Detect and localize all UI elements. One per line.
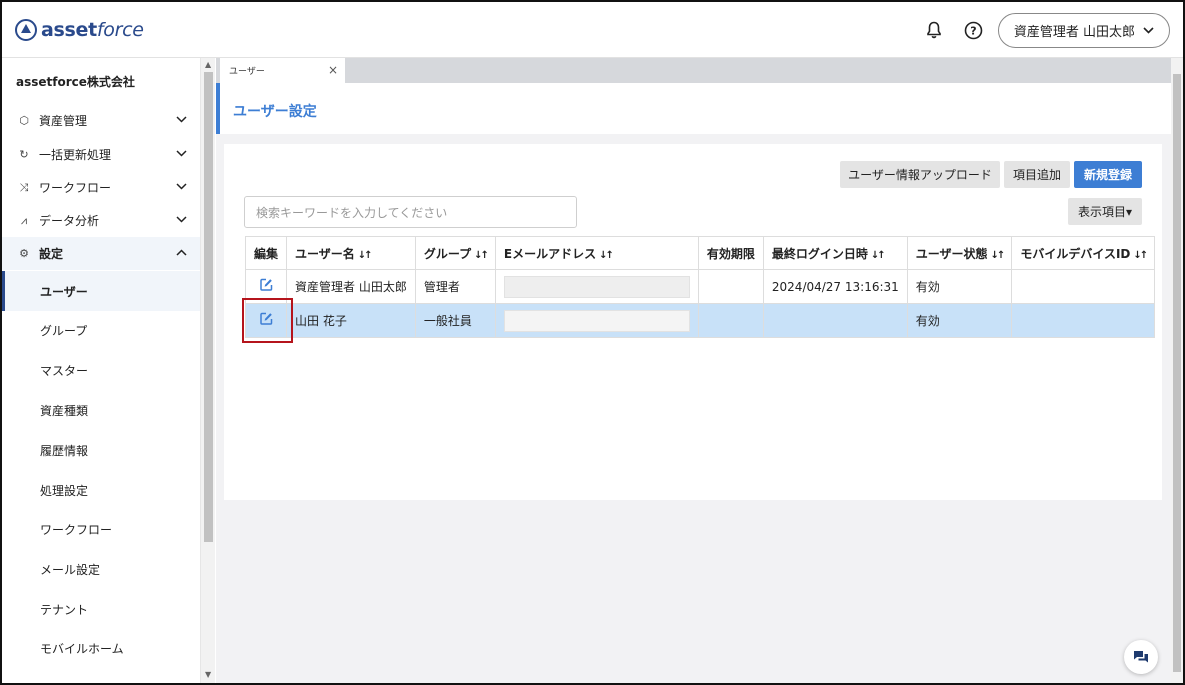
sidebar-scrollbar-thumb[interactable]: [204, 72, 213, 542]
help-circle-icon[interactable]: ?: [962, 19, 984, 41]
new-registration-button[interactable]: 新規登録: [1074, 161, 1142, 188]
table-row[interactable]: 山田 花子 一般社員 有効: [244, 303, 1156, 338]
chevron-down-icon: [176, 213, 187, 226]
chat-icon[interactable]: [1124, 640, 1158, 674]
sort-icon[interactable]: ↓↑: [474, 250, 489, 261]
column-header-mobile-device-id[interactable]: モバイルデバイスID ↓↑: [1011, 236, 1156, 270]
chevron-down-icon: [176, 113, 187, 126]
column-header-email[interactable]: Eメールアドレス ↓↑: [494, 236, 699, 270]
workflow-icon: ⤨: [19, 180, 29, 194]
cell-device-id: [1011, 269, 1156, 304]
column-header-username[interactable]: ユーザー名 ↓↑: [286, 236, 416, 270]
cell-expiry: [697, 303, 764, 338]
users-card: ユーザー情報アップロード 項目追加 新規登録 検索キーワードを入力してください …: [224, 144, 1162, 500]
cell-user-status: 有効: [906, 269, 1013, 304]
sidebar-item-master[interactable]: マスター: [2, 350, 200, 390]
logo[interactable]: assetforce: [15, 16, 144, 44]
svg-text:?: ?: [970, 24, 976, 37]
sort-icon[interactable]: ↓↑: [1133, 250, 1148, 261]
page-header: ユーザー設定: [216, 83, 1171, 134]
sort-icon[interactable]: ↓↑: [991, 250, 1006, 261]
column-header-edit: 編集: [244, 236, 288, 270]
column-header-user-status[interactable]: ユーザー状態 ↓↑: [906, 236, 1013, 270]
sidebar-item-label: 資産管理: [39, 114, 88, 128]
sidebar-item-bulk-update[interactable]: ↻ 一括更新処理: [2, 138, 200, 171]
top-header: assetforce ? 資産管理者 山田太郎: [2, 2, 1183, 58]
column-header-group[interactable]: グループ ↓↑: [414, 236, 496, 270]
sidebar-item-label: ワークフロー: [39, 181, 112, 195]
column-header-last-login[interactable]: 最終ログイン日時 ↓↑: [762, 236, 908, 270]
table-header-row: 編集 ユーザー名 ↓↑ グループ ↓↑ Eメールアドレス ↓↑ 有効期限 最終ログイン…: [244, 236, 1156, 270]
chart-icon: ⩘: [20, 213, 28, 227]
sort-icon[interactable]: ↓↑: [871, 250, 886, 261]
sidebar-item-asset-management[interactable]: ⬡ 資産管理: [2, 104, 200, 137]
user-upload-button[interactable]: ユーザー情報アップロード: [840, 161, 1000, 188]
tab-users[interactable]: ユーザー ×: [220, 58, 345, 83]
cell-email: [494, 269, 699, 304]
sidebar-item-label: 一括更新処理: [39, 148, 112, 162]
sidebar-item-groups[interactable]: グループ: [2, 310, 200, 350]
cell-device-id: [1011, 303, 1156, 338]
add-field-button[interactable]: 項目追加: [1004, 161, 1070, 188]
logo-icon: [15, 19, 37, 41]
table-row[interactable]: 資産管理者 山田太郎 管理者 2024/04/27 13:16:31 有効: [244, 269, 1156, 304]
cell-username: 資産管理者 山田太郎: [286, 269, 416, 304]
gear-icon: ⚙: [19, 247, 29, 260]
cell-last-login: [762, 303, 908, 338]
page-title: ユーザー設定: [233, 104, 317, 120]
sidebar-item-label: 設定: [39, 247, 64, 261]
sidebar-item-label: データ分析: [39, 214, 100, 228]
company-name: assetforce株式会社: [16, 75, 135, 89]
masked-email: [503, 309, 690, 332]
scroll-up-arrow-icon[interactable]: ▲: [205, 60, 211, 69]
cell-username: 山田 花子: [286, 303, 416, 338]
column-header-expiry: 有効期限: [697, 236, 764, 270]
chevron-up-icon: [176, 246, 187, 259]
cell-group: 一般社員: [414, 303, 496, 338]
sidebar-item-settings[interactable]: ⚙ 設定: [2, 237, 200, 270]
users-table: 編集 ユーザー名 ↓↑ グループ ↓↑ Eメールアドレス ↓↑ 有効期限 最終ログイン…: [244, 236, 1156, 338]
chevron-down-icon: [176, 180, 187, 193]
main-scrollbar-thumb[interactable]: [1173, 74, 1181, 672]
sidebar: assetforce株式会社 ⬡ 資産管理 ↻ 一括更新処理 ⤨ ワークフロー …: [2, 58, 201, 683]
close-icon[interactable]: ×: [328, 63, 338, 77]
user-name: 資産管理者 山田太郎: [1013, 25, 1136, 40]
sidebar-item-mail-settings[interactable]: メール設定: [2, 549, 200, 589]
chevron-down-icon: [1143, 23, 1154, 38]
edit-icon[interactable]: [259, 278, 273, 295]
logo-text: assetforce: [41, 19, 144, 41]
search-input[interactable]: 検索キーワードを入力してください: [244, 196, 577, 228]
refresh-icon: ↻: [19, 148, 29, 161]
tab-bar: ユーザー ×: [216, 58, 1171, 83]
tab-label: ユーザー: [229, 67, 265, 77]
sidebar-item-users[interactable]: ユーザー: [2, 271, 200, 311]
cell-email: [494, 303, 699, 338]
sidebar-item-data-analysis[interactable]: ⩘ データ分析: [2, 204, 200, 237]
cell-expiry: [697, 269, 764, 304]
chevron-down-icon: [176, 147, 187, 160]
cube-icon: ⬡: [19, 114, 29, 127]
main-content: ユーザー × ユーザー設定 ユーザー情報アップロード 項目追加 新規登録 検索キ…: [216, 58, 1171, 683]
sidebar-item-mobile-home[interactable]: モバイルホーム: [2, 628, 200, 668]
masked-email: [503, 275, 690, 298]
user-menu-button[interactable]: 資産管理者 山田太郎: [998, 13, 1170, 48]
edit-button-highlight: [242, 298, 293, 343]
sidebar-item-workflow[interactable]: ⤨ ワークフロー: [2, 171, 200, 204]
cell-user-status: 有効: [906, 303, 1013, 338]
scroll-down-arrow-icon[interactable]: ▼: [205, 670, 211, 679]
sidebar-item-asset-types[interactable]: 資産種類: [2, 390, 200, 430]
sidebar-item-history[interactable]: 履歴情報: [2, 430, 200, 470]
bell-icon[interactable]: [923, 19, 945, 41]
display-columns-dropdown[interactable]: 表示項目▾: [1068, 198, 1142, 225]
sidebar-item-workflow-settings[interactable]: ワークフロー: [2, 509, 200, 549]
cell-last-login: 2024/04/27 13:16:31: [762, 269, 908, 304]
sort-icon[interactable]: ↓↑: [358, 250, 373, 261]
sidebar-item-process-settings[interactable]: 処理設定: [2, 470, 200, 510]
sidebar-item-tenant[interactable]: テナント: [2, 589, 200, 629]
app-window: assetforce ? 資産管理者 山田太郎 assetforce株式会社 ⬡…: [0, 0, 1185, 685]
cell-group: 管理者: [414, 269, 496, 304]
sort-icon[interactable]: ↓↑: [599, 250, 614, 261]
